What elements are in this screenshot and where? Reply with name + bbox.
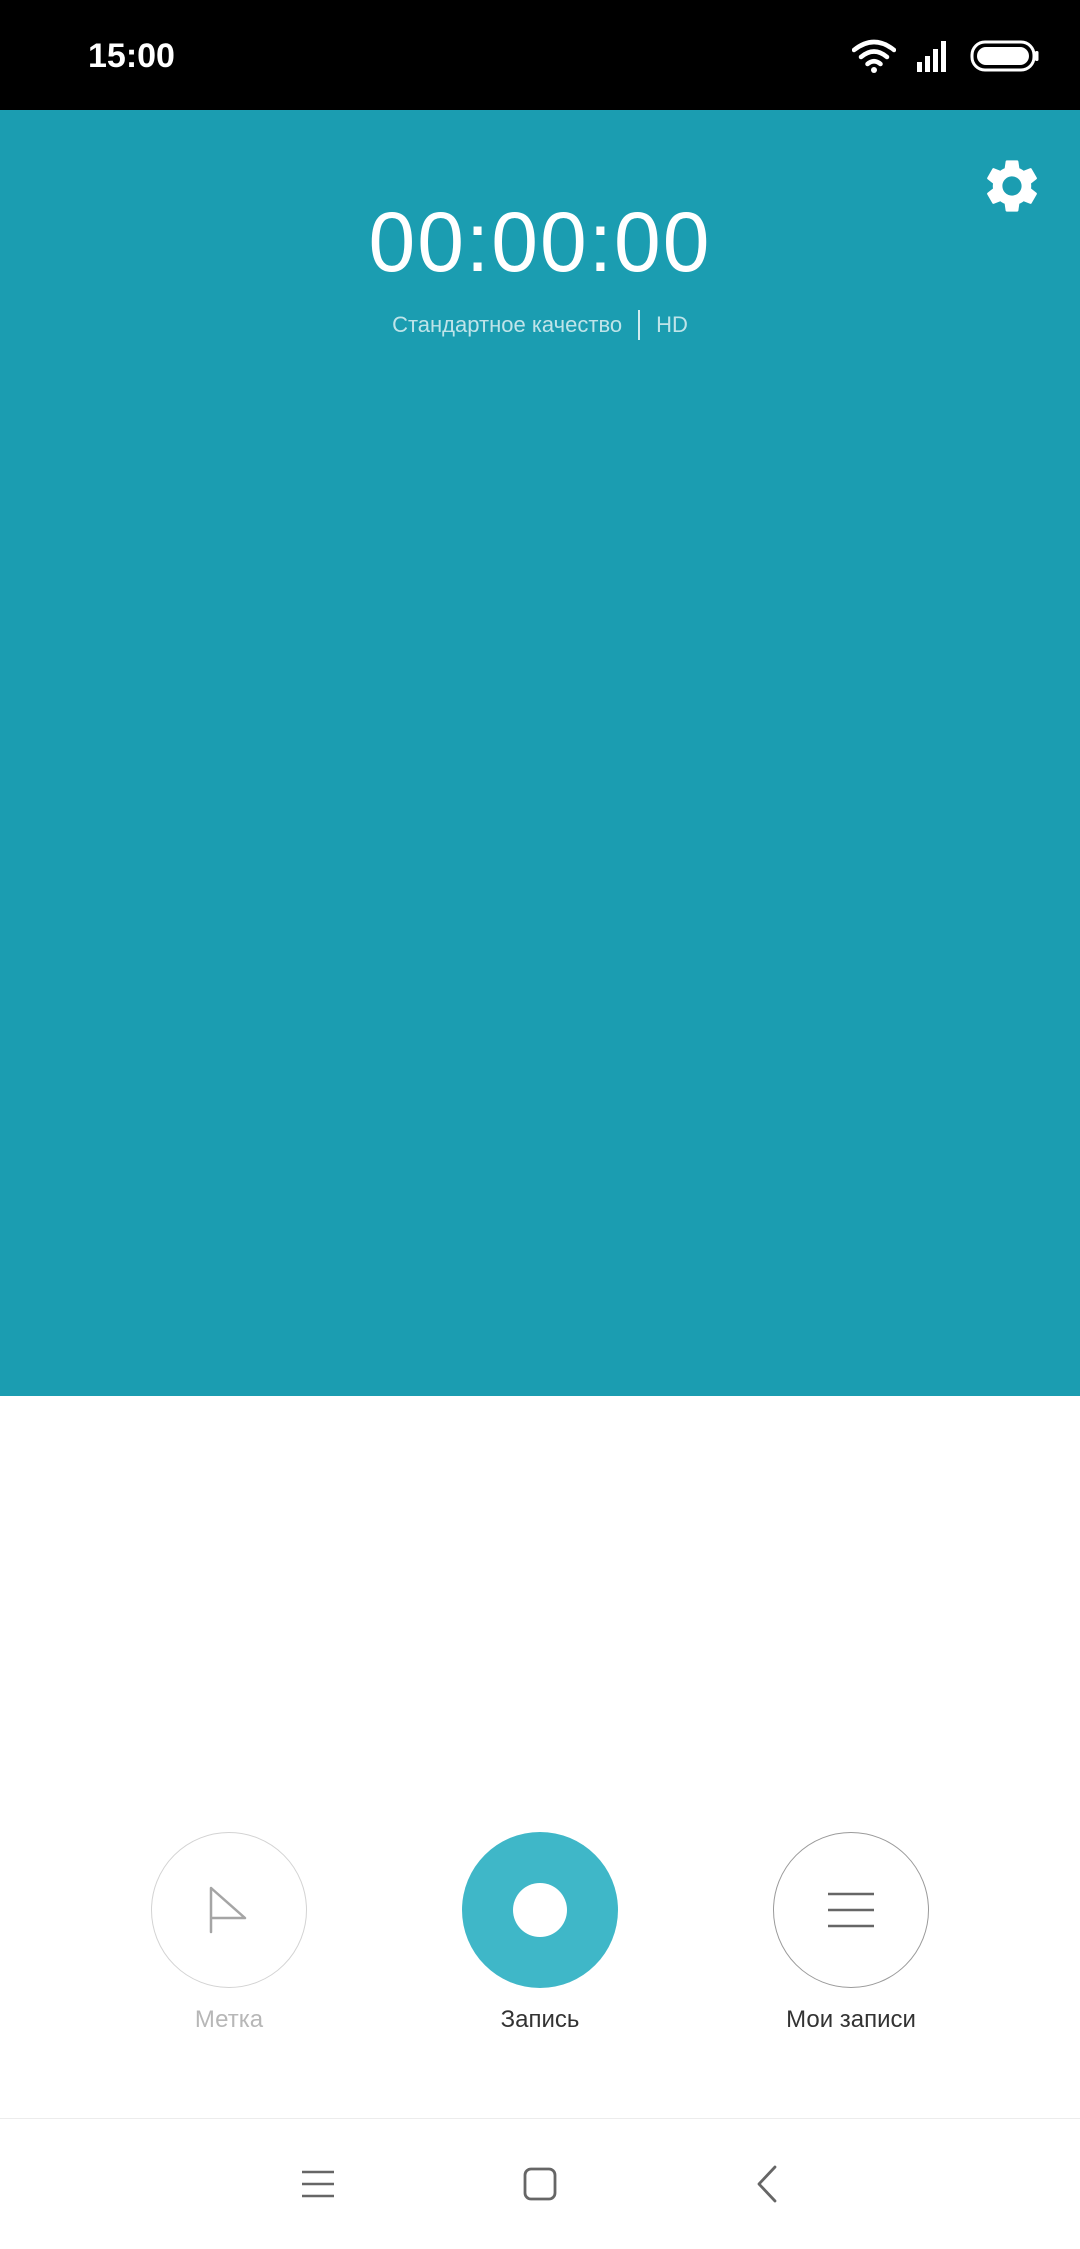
nav-home-button[interactable] [505,2149,575,2219]
status-bar: 15:00 [0,0,1080,110]
record-label: Запись [500,2006,580,2033]
status-icons [832,36,1040,76]
menu-icon [302,2170,334,2198]
quality-hd[interactable]: HD [656,310,688,340]
mark-control: Метка [109,1832,349,2036]
quality-selector: Стандартное качество HD [0,310,1080,340]
back-icon [757,2165,777,2203]
recordings-control: Мои записи [731,1832,971,2036]
status-time: 15:00 [88,37,175,75]
signal-icon [917,41,946,72]
navigation-bar [0,2118,1080,2249]
recordings-button[interactable] [773,1832,929,1988]
recordings-label: Мои записи [786,2006,916,2033]
nav-menu-button[interactable] [283,2149,353,2219]
record-button[interactable] [462,1832,618,1988]
quality-divider [638,310,641,340]
mark-button[interactable] [151,1832,307,1988]
recording-timer: 00:00:00 [368,195,712,289]
mark-label: Метка [194,2006,264,2033]
record-control: Запись [420,1832,660,2036]
quality-standard[interactable]: Стандартное качество [392,310,622,340]
wifi-icon [852,39,896,73]
nav-back-button[interactable] [732,2149,802,2219]
record-icon [513,1883,567,1937]
recorder-header: 00:00:00 Стандартное качество HD [0,110,1080,1396]
flag-icon [209,1886,247,1934]
list-icon [828,1892,874,1928]
battery-icon [970,40,1039,72]
recorder-controls: Метка Запись Мои записи [0,1832,1080,2052]
home-icon [523,2167,557,2201]
